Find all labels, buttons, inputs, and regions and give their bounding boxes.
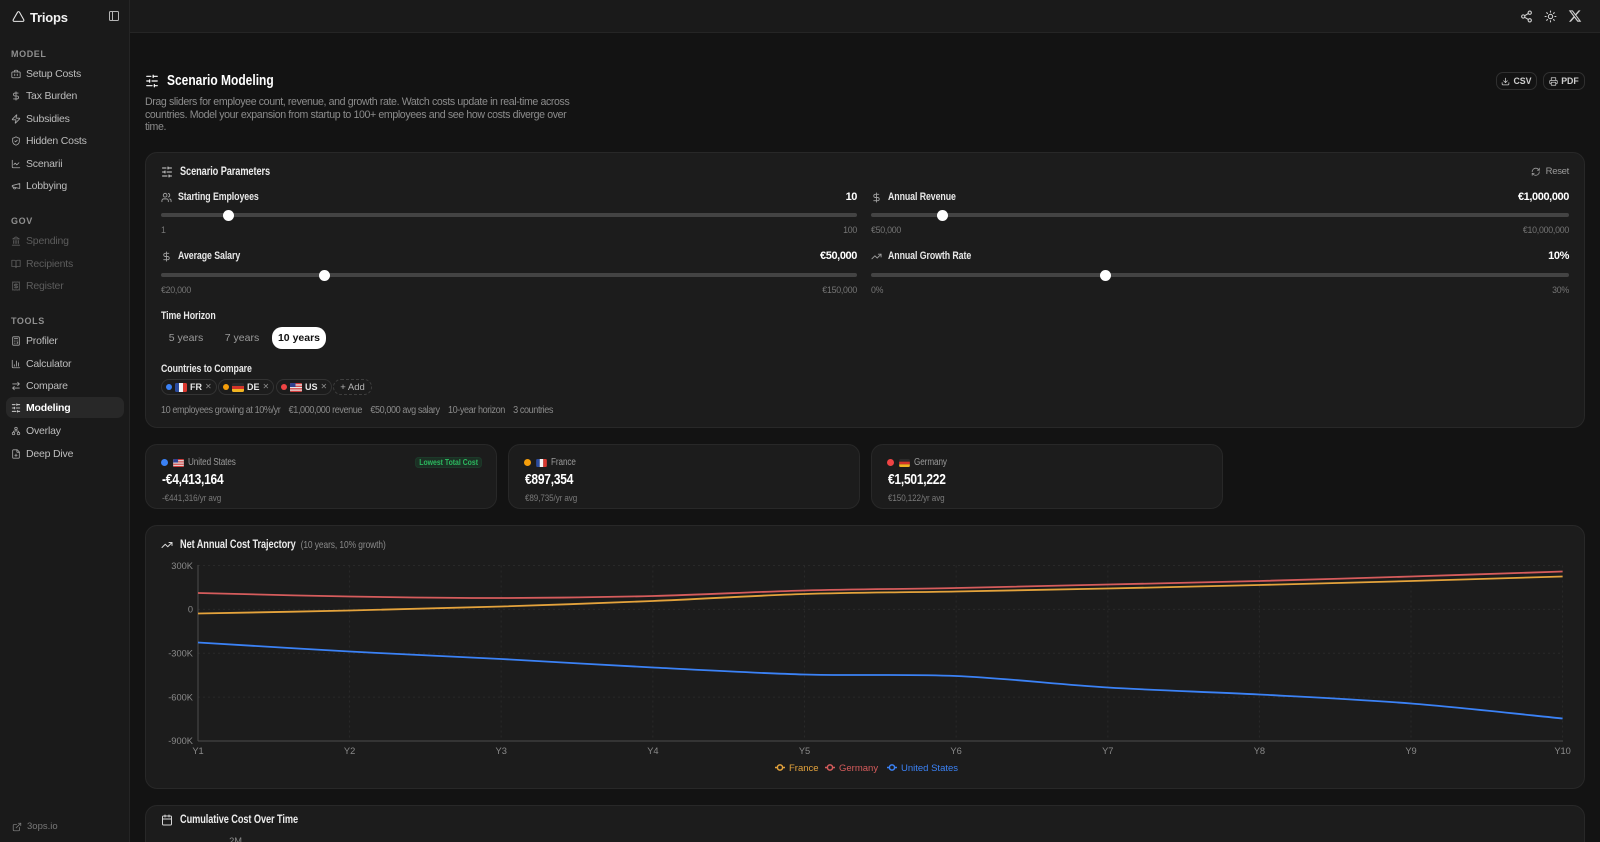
svg-text:-300K: -300K <box>168 649 194 659</box>
svg-text:Y5: Y5 <box>799 746 810 756</box>
svg-text:0: 0 <box>188 605 193 615</box>
svg-text:Y2: Y2 <box>344 746 355 756</box>
svg-text:300K: 300K <box>171 561 194 571</box>
svg-text:Y8: Y8 <box>1254 746 1265 756</box>
svg-text:-900K: -900K <box>168 736 194 746</box>
svg-text:Y10: Y10 <box>1554 746 1571 756</box>
svg-text:Germany: Germany <box>839 763 878 774</box>
svg-text:France: France <box>789 763 819 774</box>
svg-text:Y6: Y6 <box>950 746 961 756</box>
svg-text:-600K: -600K <box>168 693 194 703</box>
svg-text:Y1: Y1 <box>192 746 203 756</box>
svg-text:United States: United States <box>901 763 958 774</box>
svg-text:Y7: Y7 <box>1102 746 1113 756</box>
svg-text:Y9: Y9 <box>1405 746 1416 756</box>
svg-text:Y4: Y4 <box>647 746 658 756</box>
svg-text:Y3: Y3 <box>496 746 507 756</box>
